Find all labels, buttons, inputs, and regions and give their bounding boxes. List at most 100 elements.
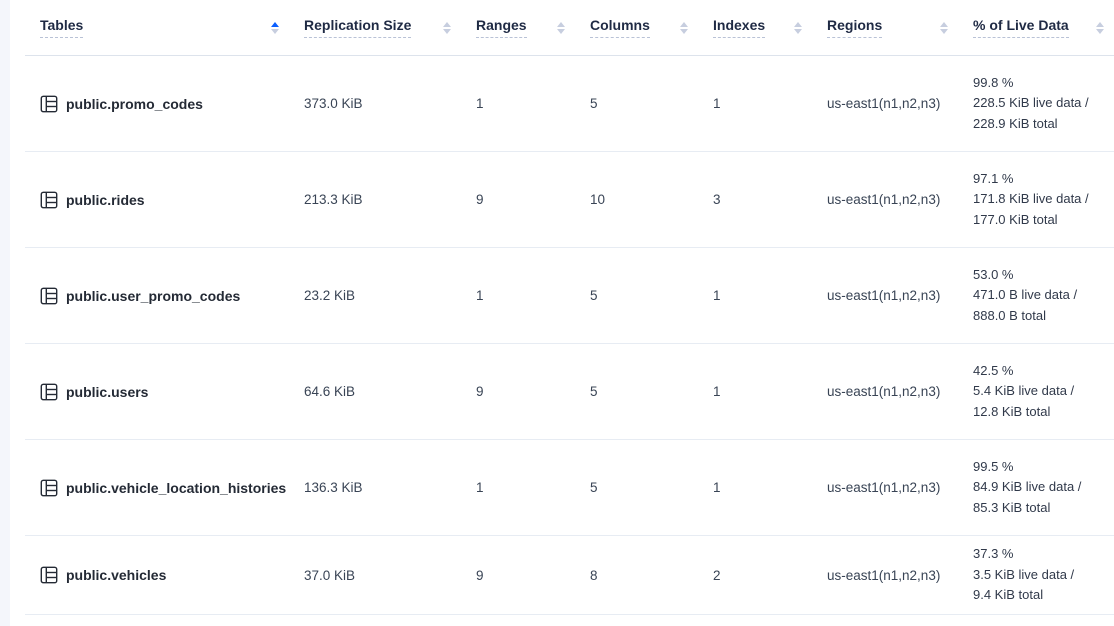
sort-icon[interactable]	[794, 22, 802, 34]
live-data-cell: 42.5 % 5.4 KiB live data / 12.8 KiB tota…	[958, 361, 1114, 423]
column-header-label: Regions	[827, 17, 882, 38]
live-data-total: 85.3 KiB total	[973, 498, 1104, 519]
ranges-value: 9	[461, 568, 575, 583]
table-header-row: Tables Replication Size Ranges Columns I…	[25, 0, 1114, 56]
live-data-cell: 53.0 % 471.0 B live data / 888.0 B total	[958, 265, 1114, 327]
sort-asc-arrow-icon	[271, 22, 279, 27]
live-data-cell: 97.1 % 171.8 KiB live data / 177.0 KiB t…	[958, 169, 1114, 231]
live-data-percent: 42.5 %	[973, 361, 1104, 382]
ranges-value: 1	[461, 480, 575, 495]
replication-size-value: 37.0 KiB	[289, 568, 461, 583]
live-data-cell: 37.3 % 3.5 KiB live data / 9.4 KiB total	[958, 544, 1114, 606]
table-row[interactable]: public.rides 213.3 KiB 9 10 3 us-east1(n…	[25, 152, 1114, 248]
page-gutter	[0, 0, 10, 626]
live-data-detail: 171.8 KiB live data /	[973, 189, 1104, 210]
sort-desc-arrow-icon	[271, 29, 279, 34]
ranges-value: 9	[461, 384, 575, 399]
live-data-detail: 471.0 B live data /	[973, 285, 1104, 306]
table-icon	[40, 383, 58, 401]
table-row[interactable]: public.vehicles 37.0 KiB 9 8 2 us-east1(…	[25, 536, 1114, 615]
regions-value: us-east1(n1,n2,n3)	[812, 192, 958, 207]
replication-size-value: 213.3 KiB	[289, 192, 461, 207]
column-header-replication-size[interactable]: Replication Size	[289, 17, 461, 38]
sort-asc-arrow-icon	[940, 22, 948, 27]
sort-desc-arrow-icon	[794, 29, 802, 34]
sort-desc-arrow-icon	[557, 29, 565, 34]
column-header-label: % of Live Data	[973, 17, 1069, 38]
columns-value: 5	[575, 384, 698, 399]
regions-value: us-east1(n1,n2,n3)	[812, 480, 958, 495]
indexes-value: 3	[698, 192, 812, 207]
sort-icon[interactable]	[940, 22, 948, 34]
table-icon	[40, 566, 58, 584]
live-data-percent: 99.5 %	[973, 457, 1104, 478]
live-data-total: 9.4 KiB total	[973, 585, 1104, 606]
sort-icon[interactable]	[1096, 22, 1104, 34]
table-row[interactable]: public.users 64.6 KiB 9 5 1 us-east1(n1,…	[25, 344, 1114, 440]
sort-asc-arrow-icon	[680, 22, 688, 27]
table-icon	[40, 95, 58, 113]
column-header-columns[interactable]: Columns	[575, 17, 698, 38]
sort-desc-arrow-icon	[940, 29, 948, 34]
tables-table: Tables Replication Size Ranges Columns I…	[25, 0, 1114, 615]
column-header-tables[interactable]: Tables	[25, 17, 289, 38]
live-data-percent: 53.0 %	[973, 265, 1104, 286]
sort-asc-arrow-icon	[443, 22, 451, 27]
sort-asc-arrow-icon	[794, 22, 802, 27]
live-data-percent: 99.8 %	[973, 73, 1104, 94]
table-name-link[interactable]: public.promo_codes	[66, 96, 203, 112]
column-header-label: Tables	[40, 17, 83, 38]
column-header-ranges[interactable]: Ranges	[461, 17, 575, 38]
live-data-total: 228.9 KiB total	[973, 114, 1104, 135]
table-row[interactable]: public.promo_codes 373.0 KiB 1 5 1 us-ea…	[25, 56, 1114, 152]
sort-asc-arrow-icon	[1096, 22, 1104, 27]
columns-value: 10	[575, 192, 698, 207]
sort-icon[interactable]	[680, 22, 688, 34]
table-row[interactable]: public.vehicle_location_histories 136.3 …	[25, 440, 1114, 536]
ranges-value: 1	[461, 96, 575, 111]
live-data-percent: 97.1 %	[973, 169, 1104, 190]
table-name-link[interactable]: public.users	[66, 384, 148, 400]
sort-desc-arrow-icon	[443, 29, 451, 34]
ranges-value: 1	[461, 288, 575, 303]
live-data-detail: 3.5 KiB live data /	[973, 565, 1104, 586]
regions-value: us-east1(n1,n2,n3)	[812, 96, 958, 111]
table-body: public.promo_codes 373.0 KiB 1 5 1 us-ea…	[25, 56, 1114, 615]
table-name-link[interactable]: public.vehicles	[66, 567, 166, 583]
indexes-value: 1	[698, 480, 812, 495]
sort-desc-arrow-icon	[680, 29, 688, 34]
replication-size-value: 136.3 KiB	[289, 480, 461, 495]
live-data-cell: 99.5 % 84.9 KiB live data / 85.3 KiB tot…	[958, 457, 1114, 519]
columns-value: 5	[575, 96, 698, 111]
table-name-link[interactable]: public.user_promo_codes	[66, 288, 240, 304]
live-data-cell: 99.8 % 228.5 KiB live data / 228.9 KiB t…	[958, 73, 1114, 135]
sort-icon[interactable]	[443, 22, 451, 34]
column-header-label: Replication Size	[304, 17, 411, 38]
column-header-regions[interactable]: Regions	[812, 17, 958, 38]
regions-value: us-east1(n1,n2,n3)	[812, 568, 958, 583]
sort-icon[interactable]	[271, 22, 279, 34]
live-data-total: 177.0 KiB total	[973, 210, 1104, 231]
table-row[interactable]: public.user_promo_codes 23.2 KiB 1 5 1 u…	[25, 248, 1114, 344]
ranges-value: 9	[461, 192, 575, 207]
replication-size-value: 373.0 KiB	[289, 96, 461, 111]
sort-icon[interactable]	[557, 22, 565, 34]
column-header-indexes[interactable]: Indexes	[698, 17, 812, 38]
replication-size-value: 23.2 KiB	[289, 288, 461, 303]
live-data-total: 888.0 B total	[973, 306, 1104, 327]
table-name-link[interactable]: public.vehicle_location_histories	[66, 480, 286, 496]
sort-asc-arrow-icon	[557, 22, 565, 27]
live-data-detail: 84.9 KiB live data /	[973, 477, 1104, 498]
live-data-percent: 37.3 %	[973, 544, 1104, 565]
column-header-live-data[interactable]: % of Live Data	[958, 17, 1114, 38]
column-header-label: Ranges	[476, 17, 527, 38]
table-icon	[40, 287, 58, 305]
regions-value: us-east1(n1,n2,n3)	[812, 288, 958, 303]
live-data-detail: 228.5 KiB live data /	[973, 93, 1104, 114]
table-name-link[interactable]: public.rides	[66, 192, 145, 208]
columns-value: 5	[575, 288, 698, 303]
table-icon	[40, 191, 58, 209]
replication-size-value: 64.6 KiB	[289, 384, 461, 399]
columns-value: 8	[575, 568, 698, 583]
indexes-value: 1	[698, 96, 812, 111]
